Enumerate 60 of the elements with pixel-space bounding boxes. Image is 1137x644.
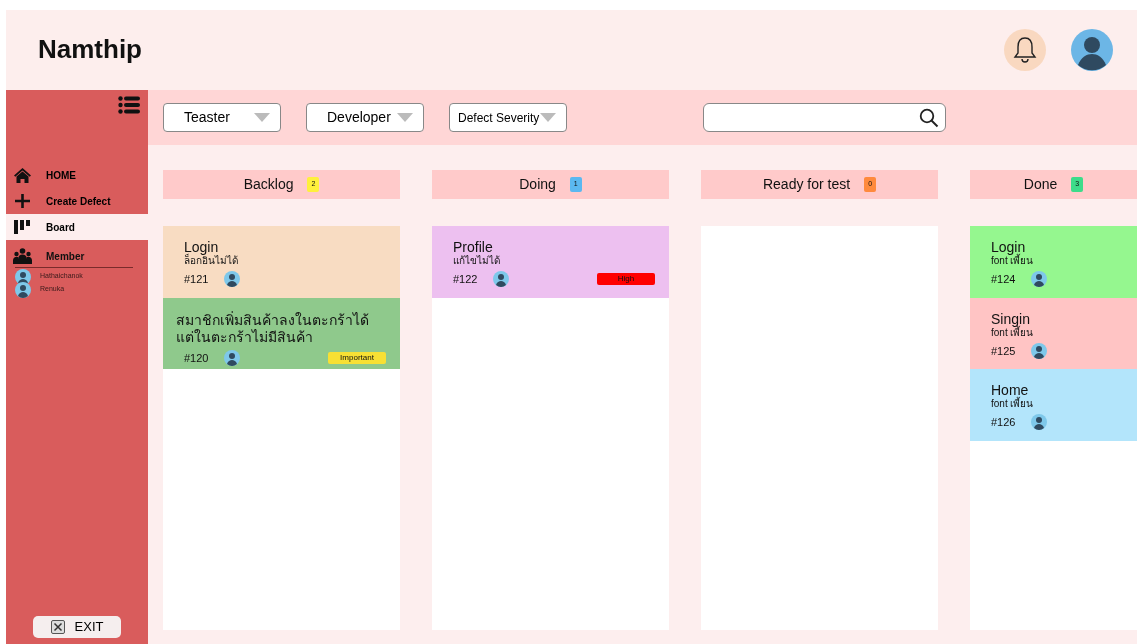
sidebar-item[interactable]: HOME bbox=[6, 162, 148, 188]
caret-icon bbox=[397, 113, 413, 122]
card-subtitle: font เพี้ยน bbox=[991, 255, 1035, 267]
card-title: Singin bbox=[991, 311, 1030, 327]
card-subtitle: แก้ไขไม่ได้ bbox=[453, 255, 501, 267]
card-title: Login bbox=[184, 240, 219, 255]
avatar-icon bbox=[493, 271, 509, 288]
defect-card[interactable]: Login ล็อกอินไม่ได้ #121 bbox=[163, 226, 400, 298]
defect-card[interactable]: Profile แก้ไขไม่ได้ #122 High bbox=[432, 226, 669, 298]
severity-tag: High bbox=[597, 273, 655, 286]
sidebar-item[interactable]: Board bbox=[6, 214, 148, 240]
notification-button[interactable] bbox=[1004, 29, 1046, 71]
app-title: Namthip bbox=[38, 34, 142, 66]
severity-tag: Important bbox=[328, 351, 386, 364]
sidebar-item[interactable]: Create Defect bbox=[6, 188, 148, 214]
search-icon bbox=[919, 107, 939, 128]
user-avatar[interactable] bbox=[1071, 29, 1113, 71]
defect-id: #121 bbox=[184, 272, 210, 287]
defect-card[interactable]: สมาชิกเพิ่มสินค้าลงในตะกร้าได้ แต่ในตะกร้าไม่มีสินค้า #120 Important bbox=[163, 297, 400, 369]
column-title: Ready for test bbox=[762, 175, 851, 194]
card-title: Home bbox=[991, 383, 1029, 398]
card-subtitle: ล็อกอินไม่ได้ bbox=[184, 255, 239, 267]
column-title: Done bbox=[1023, 175, 1058, 194]
card-subtitle: font เพี้ยน bbox=[991, 398, 1035, 410]
card-title: Login bbox=[991, 240, 1026, 255]
card-title: สมาชิกเพิ่มสินค้าลงในตะกร้าได้ แต่ในตะกร้าไม่มีสินค้า bbox=[176, 311, 370, 346]
bell-icon bbox=[1013, 36, 1037, 64]
home-icon bbox=[13, 167, 32, 183]
avatar-icon bbox=[1031, 414, 1047, 431]
section-heading: Member bbox=[46, 249, 85, 264]
defect-id: #124 bbox=[991, 272, 1017, 287]
caret-icon bbox=[540, 113, 556, 122]
defect-id: #122 bbox=[453, 272, 479, 287]
avatar-icon bbox=[1031, 342, 1047, 359]
card-subtitle: font เพี้ยน bbox=[991, 326, 1035, 339]
avatar-icon bbox=[1031, 271, 1047, 288]
defect-card[interactable]: Singin font เพี้ยน #125 bbox=[970, 297, 1137, 369]
defect-id: #125 bbox=[991, 343, 1017, 359]
avatar-icon bbox=[224, 271, 240, 288]
plus-icon bbox=[13, 193, 32, 209]
defect-card[interactable]: Home font เพี้ยน #126 bbox=[970, 369, 1137, 441]
column-title: Backlog bbox=[243, 175, 294, 194]
column-title: Doing bbox=[519, 175, 556, 194]
filter-dropdown[interactable]: Developer bbox=[306, 103, 424, 132]
avatar-icon bbox=[15, 281, 31, 298]
defect-card[interactable]: Login font เพี้ยน #124 bbox=[970, 226, 1137, 298]
filter-dropdown[interactable]: Defect Severity bbox=[449, 103, 567, 132]
avatar-icon bbox=[224, 349, 240, 366]
caret-icon bbox=[254, 113, 270, 122]
exit-button[interactable]: EXIT bbox=[33, 616, 121, 638]
board-icon bbox=[13, 219, 32, 235]
defect-id: #120 bbox=[184, 350, 210, 366]
menu-icon[interactable] bbox=[118, 96, 140, 114]
defect-id: #126 bbox=[991, 415, 1017, 430]
close-icon bbox=[50, 620, 65, 634]
filter-dropdown[interactable]: Teaster bbox=[163, 103, 281, 132]
group-icon bbox=[13, 248, 32, 264]
card-title: Profile bbox=[453, 240, 494, 255]
search-field[interactable] bbox=[703, 103, 946, 132]
avatar-icon bbox=[15, 268, 31, 285]
